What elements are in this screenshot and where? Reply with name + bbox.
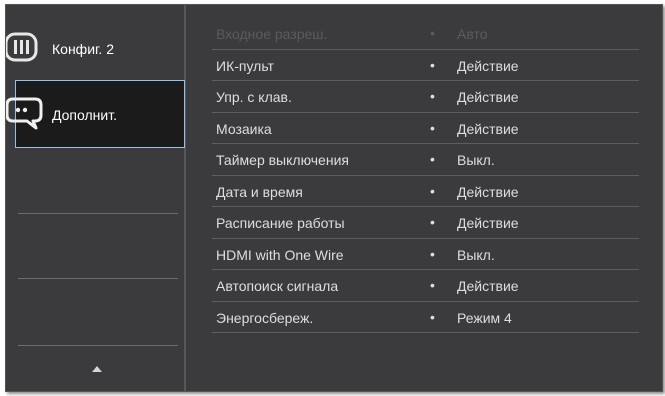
sidebar-item-advanced[interactable]: Дополнит.: [6, 80, 185, 148]
menu-row-label: ИК-пульт: [216, 57, 274, 74]
menu-row[interactable]: ИК-пульт • Действие: [212, 50, 639, 81]
bullet-icon: •: [430, 308, 435, 325]
settings-bars-icon: [6, 32, 38, 67]
bullet-icon: •: [430, 151, 435, 167]
bullet-icon: •: [430, 214, 435, 230]
osd-menu-screen: Конфиг. 2 Дополнит. Входное разреш. • Авто…: [5, 4, 663, 392]
menu-row[interactable]: Мозаика • Действие: [212, 113, 639, 144]
menu-row-value: Действие: [457, 57, 519, 74]
menu-row-label: Таймер выключения: [216, 152, 349, 168]
menu-row-value: Авто: [457, 26, 488, 42]
chat-dots-icon: [6, 93, 45, 138]
menu-row-label: Автопоиск сигнала: [216, 278, 339, 294]
menu-row-label: Мозаика: [216, 120, 272, 137]
menu-row-label: HDMI with One Wire: [216, 246, 344, 263]
menu-row[interactable]: Автопоиск сигнала • Действие: [212, 270, 639, 302]
category-sidebar: Конфиг. 2 Дополнит.: [6, 5, 186, 391]
menu-row-label: Энергосбереж.: [216, 309, 314, 326]
sidebar-divider: [18, 213, 178, 214]
bullet-icon: •: [430, 56, 435, 73]
bullet-icon: •: [430, 119, 435, 136]
sidebar-divider: [18, 345, 178, 346]
menu-row[interactable]: Дата и время • Действие: [212, 176, 639, 207]
menu-row[interactable]: Расписание работы • Действие: [212, 207, 639, 239]
menu-row-value: Действие: [457, 183, 519, 200]
menu-row-value: Действие: [457, 120, 519, 137]
menu-row-value: Выкл.: [457, 246, 495, 263]
sidebar-item-label: Конфиг. 2: [52, 41, 114, 57]
bullet-icon: •: [430, 25, 435, 41]
menu-row: Входное разреш. • Авто: [212, 18, 639, 50]
menu-row-label: Расписание работы: [216, 215, 345, 231]
menu-row[interactable]: Таймер выключения • Выкл.: [212, 144, 639, 176]
bullet-icon: •: [430, 88, 435, 104]
menu-row-value: Выкл.: [457, 152, 495, 168]
menu-row[interactable]: HDMI with One Wire • Выкл.: [212, 239, 639, 270]
sidebar-item-label: Дополнит.: [52, 107, 117, 123]
menu-row[interactable]: Энергосбереж. • Режим 4: [212, 302, 639, 333]
settings-list: Входное разреш. • Авто ИК-пульт • Действие Упр…: [212, 18, 639, 333]
menu-row-label: Дата и время: [216, 183, 303, 200]
menu-row-value: Действие: [457, 89, 519, 105]
menu-row-label: Упр. с клав.: [216, 89, 292, 105]
menu-row-label: Входное разреш.: [216, 26, 328, 42]
sidebar-divider: [18, 278, 178, 279]
menu-row-value: Режим 4: [457, 309, 512, 326]
triangle-up-icon[interactable]: [92, 366, 102, 372]
bullet-icon: •: [430, 182, 435, 199]
bullet-icon: •: [430, 277, 435, 293]
sidebar-item-config2[interactable]: Конфиг. 2: [6, 17, 184, 79]
bullet-icon: •: [430, 245, 435, 262]
menu-row[interactable]: Упр. с клав. • Действие: [212, 81, 639, 113]
menu-row-value: Действие: [457, 278, 519, 294]
menu-row-value: Действие: [457, 215, 519, 231]
